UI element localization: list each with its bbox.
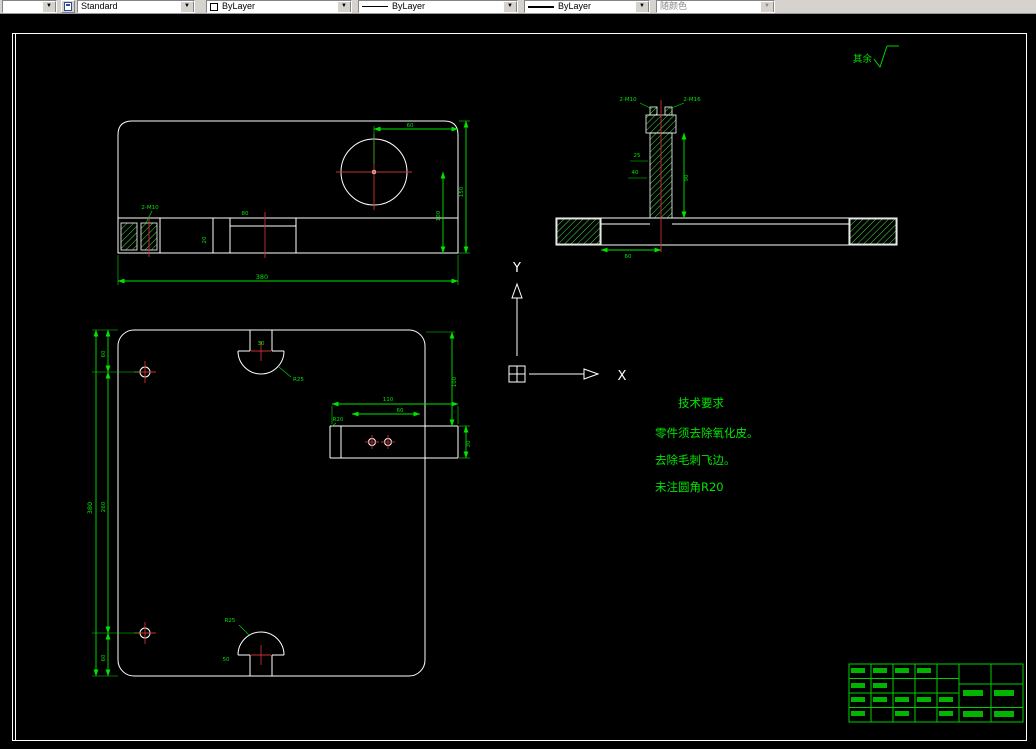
text-style-value: Standard (81, 1, 118, 11)
title-block (848, 663, 1024, 723)
chevron-down-icon[interactable]: ▼ (180, 1, 194, 12)
dim-label: 25 (634, 153, 641, 159)
tech-req-line: 零件须去除氧化皮。 (655, 426, 759, 440)
model-space-canvas[interactable]: 60 100 150 380 2-M10 80 20 2-M10 2-M16 2… (0, 14, 1036, 749)
properties-toolbar: ▼ Standard ▼ ByLayer ▼ ByLayer ▼ ByLayer… (0, 0, 1036, 14)
roughness-icon (873, 45, 888, 68)
thread-callout: 2-M10 (141, 205, 159, 211)
dim-label: 30 (258, 341, 265, 347)
ucs-icon: Y X (508, 261, 627, 384)
dim-label: 380 (256, 273, 268, 281)
dim-label: 90 (684, 174, 690, 181)
style-manager-button[interactable] (61, 0, 75, 13)
dim-label: 50 (223, 657, 230, 663)
dim-label: 40 (632, 170, 639, 176)
dim-label: R20 (333, 417, 344, 423)
linetype-sample-icon (362, 6, 388, 7)
tech-req-line: 去除毛刺飞边。 (655, 453, 736, 467)
lineweight-sample-icon (528, 5, 554, 8)
tech-req-line: 未注圆角R20 (655, 480, 724, 494)
dim-label: 150 (459, 186, 465, 197)
thread-callout: 2-M10 (619, 97, 637, 103)
thread-callout: 2-M16 (683, 97, 701, 103)
section-view: 2-M10 2-M16 25 40 90 60 (555, 97, 898, 260)
dim-label: 380 (86, 502, 94, 514)
front-view-dimensions: 60 100 150 380 2-M10 80 20 (117, 120, 470, 285)
dim-label: 100 (436, 210, 442, 221)
drawing-svg: 60 100 150 380 2-M10 80 20 2-M10 2-M16 2… (12, 33, 1027, 741)
lineweight-combo[interactable]: ByLayer ▼ (524, 0, 650, 13)
lineweight-combo-value: ByLayer (558, 1, 592, 11)
surface-finish-note: 其余 (853, 45, 899, 68)
plan-view: 380 60 260 60 R25 30 R25 50 110 60 R20 3… (86, 329, 472, 677)
color-combo[interactable]: ByLayer ▼ (206, 0, 352, 13)
dim-label: 60 (101, 350, 107, 357)
dim-label: 60 (625, 254, 632, 260)
dim-label: 80 (242, 211, 249, 217)
dim-label: 100 (452, 376, 458, 387)
color-swatch-icon (210, 2, 218, 11)
text-style-combo[interactable]: Standard ▼ (77, 0, 195, 13)
tech-req-title: 技术要求 (678, 396, 724, 410)
linetype-combo-value: ByLayer (392, 1, 426, 11)
chevron-down-icon[interactable]: ▼ (42, 1, 56, 12)
chevron-down-icon[interactable]: ▼ (337, 1, 351, 12)
plan-view-dimensions: 380 60 260 60 R25 30 R25 50 110 60 R20 3… (86, 329, 472, 677)
dim-label: R25 (293, 377, 304, 383)
sheet-frame (12, 33, 1027, 741)
centerlines (148, 134, 412, 258)
dim-label: 60 (407, 123, 414, 129)
chevron-down-icon: ▼ (760, 1, 774, 12)
chevron-down-icon[interactable]: ▼ (503, 1, 517, 12)
color-combo-value: ByLayer (222, 1, 256, 11)
plotstyle-combo: 随颜色 ▼ (656, 0, 775, 13)
linetype-combo[interactable]: ByLayer ▼ (358, 0, 518, 13)
dim-label: 60 (397, 408, 404, 414)
dim-label: 260 (101, 501, 107, 512)
dim-label: R25 (225, 618, 236, 624)
tech-requirements: 技术要求 零件须去除氧化皮。 去除毛刺飞边。 未注圆角R20 (655, 396, 759, 494)
plotstyle-combo-value: 随颜色 (660, 1, 688, 11)
layer-combo[interactable]: ▼ (2, 0, 57, 13)
dim-label: 30 (466, 440, 472, 447)
ucs-y-label: Y (512, 261, 521, 276)
dim-label: 60 (101, 654, 107, 661)
chevron-down-icon[interactable]: ▼ (635, 1, 649, 12)
ucs-x-label: X (618, 369, 627, 384)
front-view: 60 100 150 380 2-M10 80 20 (117, 120, 470, 285)
surface-note-text: 其余 (853, 53, 873, 65)
document-icon (64, 2, 72, 11)
dim-label: 110 (383, 397, 394, 403)
dim-label: 20 (202, 236, 208, 243)
